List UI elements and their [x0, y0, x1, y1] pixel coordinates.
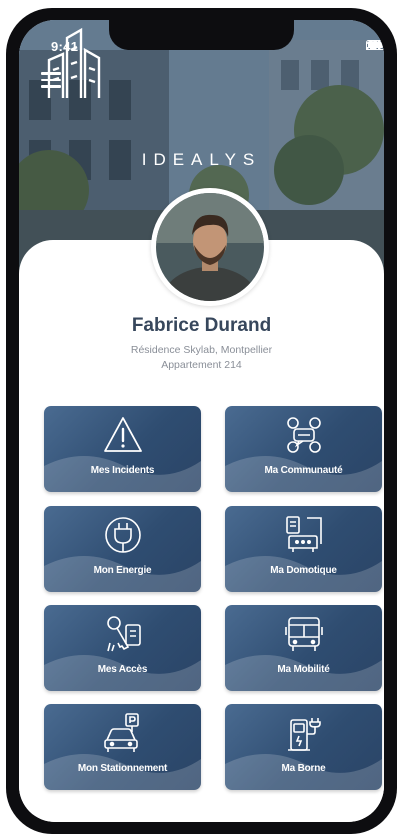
bus-icon: [285, 617, 323, 651]
tile-label: Ma Borne: [281, 763, 326, 774]
tile-label: Ma Domotique: [270, 565, 337, 576]
idealys-logo: [47, 27, 101, 98]
brand-name: IDEALYS: [141, 150, 262, 169]
tile-mon-energie[interactable]: Mon Energie: [44, 506, 201, 592]
phone-notch: [109, 20, 294, 50]
tile-label: Mon Energie: [93, 565, 152, 576]
tile-ma-domotique[interactable]: Ma Domotique: [225, 506, 382, 592]
tile-mes-acces[interactable]: Mes Accès: [44, 605, 201, 691]
user-address: Résidence Skylab, Montpellier Appartemen…: [19, 343, 384, 373]
app-screen: 9:41 IDEALYS Fabrice Durand Résidence Sk…: [19, 20, 384, 822]
warning-icon: [104, 417, 142, 452]
keys-icon: [107, 616, 141, 652]
smart-home-icon: [286, 516, 322, 552]
tile-label: Mon Stationnement: [77, 763, 168, 774]
tile-ma-communaute[interactable]: Ma Communauté: [225, 406, 382, 492]
tile-label: Ma Communauté: [264, 465, 343, 476]
tile-mes-incidents[interactable]: Mes Incidents: [44, 406, 201, 492]
plug-icon: [105, 517, 141, 553]
tile-mon-stationnement[interactable]: Mon Stationnement: [44, 704, 201, 790]
tile-ma-borne[interactable]: Ma Borne: [225, 704, 382, 790]
parking-car-icon: [104, 713, 139, 752]
tile-label: Ma Mobilité: [277, 664, 330, 675]
user-name: Fabrice Durand: [131, 315, 272, 336]
charging-station-icon: [288, 718, 321, 751]
community-icon: [287, 417, 321, 453]
residence-text: Résidence Skylab, Montpellier: [130, 344, 273, 356]
tile-label: Mes Incidents: [90, 465, 155, 476]
avatar[interactable]: [151, 188, 269, 306]
apartment-text: Appartement 214: [161, 359, 242, 371]
tile-label: Mes Accès: [97, 664, 148, 675]
battery-icon: [366, 40, 384, 50]
phone-frame: 9:41 IDEALYS Fabrice Durand Résidence Sk…: [6, 8, 397, 834]
tile-ma-mobilite[interactable]: Ma Mobilité: [225, 605, 382, 691]
